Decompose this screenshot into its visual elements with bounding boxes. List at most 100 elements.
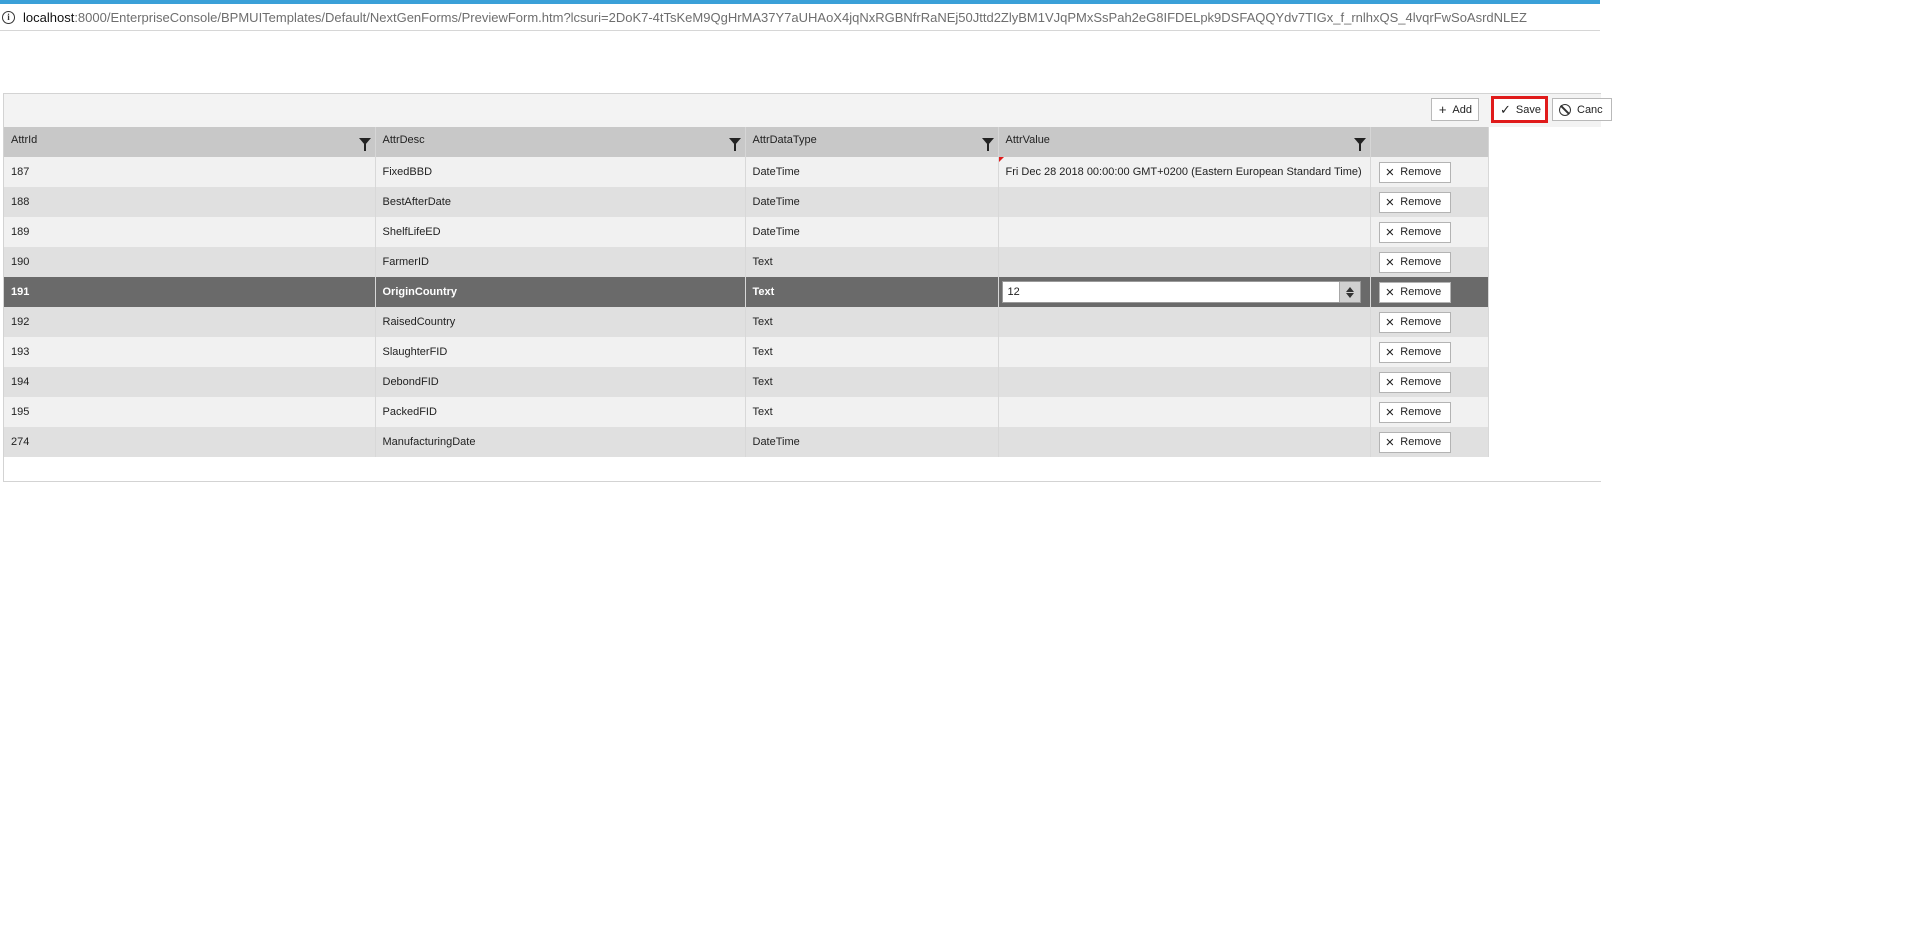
remove-button[interactable]: × Remove	[1378, 161, 1451, 183]
table-row[interactable]: 192 RaisedCountry Text × Remove	[4, 307, 1489, 337]
cell-actions: × Remove	[1370, 277, 1489, 307]
cell-attrvalue[interactable]: Fri Dec 28 2018 00:00:00 GMT+0200 (Easte…	[998, 157, 1371, 187]
spin-up-icon[interactable]	[1345, 286, 1354, 292]
cell-attrvalue[interactable]	[998, 277, 1371, 307]
cell-attrdesc[interactable]: FarmerID	[375, 247, 746, 277]
checkmark-icon: ✓	[1500, 101, 1511, 117]
cell-attrdatatype[interactable]: DateTime	[745, 217, 999, 247]
remove-button[interactable]: × Remove	[1378, 191, 1451, 213]
cell-attrdesc[interactable]: RaisedCountry	[375, 307, 746, 337]
remove-button[interactable]: × Remove	[1378, 401, 1451, 423]
add-button[interactable]: + Add	[1431, 98, 1479, 121]
column-header-actions	[1370, 127, 1489, 157]
column-header-attrvalue[interactable]: AttrValue	[998, 127, 1371, 157]
table-row[interactable]: 194 DebondFID Text × Remove	[4, 367, 1489, 397]
close-icon: ×	[1385, 223, 1395, 241]
close-icon: ×	[1385, 283, 1395, 301]
cell-attrvalue[interactable]	[998, 187, 1371, 217]
cell-attrid[interactable]: 191	[4, 277, 376, 307]
close-icon: ×	[1385, 313, 1395, 331]
cell-actions: × Remove	[1370, 217, 1489, 247]
cancel-button[interactable]: Canc	[1552, 98, 1612, 121]
cell-attrdesc[interactable]: PackedFID	[375, 397, 746, 427]
table-row[interactable]: 195 PackedFID Text × Remove	[4, 397, 1489, 427]
info-icon[interactable]: i	[2, 10, 15, 24]
cell-attrdesc[interactable]: ShelfLifeED	[375, 217, 746, 247]
attribute-grid: AttrId AttrDesc AttrDataType AttrValue 1…	[4, 127, 1489, 457]
save-button[interactable]: ✓ Save	[1491, 96, 1548, 123]
remove-button-label: Remove	[1400, 286, 1442, 298]
cell-attrvalue[interactable]	[998, 427, 1371, 457]
cell-attrid[interactable]: 195	[4, 397, 376, 427]
add-button-label: Add	[1452, 103, 1472, 116]
cell-attrid[interactable]: 190	[4, 247, 376, 277]
cell-attrvalue[interactable]	[998, 247, 1371, 277]
url-host: localhost	[23, 9, 75, 25]
close-icon: ×	[1385, 343, 1395, 361]
cell-attrid[interactable]: 189	[4, 217, 376, 247]
cell-attrvalue[interactable]	[998, 217, 1371, 247]
address-bar[interactable]: i localhost :8000/EnterpriseConsole/BPMU…	[0, 4, 1600, 31]
remove-button[interactable]: × Remove	[1378, 311, 1451, 333]
cell-attrvalue[interactable]	[998, 337, 1371, 367]
remove-button[interactable]: × Remove	[1378, 281, 1451, 303]
cell-attrid[interactable]: 188	[4, 187, 376, 217]
close-icon: ×	[1385, 433, 1395, 451]
table-row[interactable]: 193 SlaughterFID Text × Remove	[4, 337, 1489, 367]
table-row[interactable]: 190 FarmerID Text × Remove	[4, 247, 1489, 277]
table-row[interactable]: 187 FixedBBD DateTime Fri Dec 28 2018 00:00…	[4, 157, 1489, 187]
table-row[interactable]: 189 ShelfLifeED DateTime × Remove	[4, 217, 1489, 247]
remove-button[interactable]: × Remove	[1378, 341, 1451, 363]
close-icon: ×	[1385, 253, 1395, 271]
column-header-attrdatatype[interactable]: AttrDataType	[745, 127, 999, 157]
remove-button[interactable]: × Remove	[1378, 221, 1451, 243]
cell-attrid[interactable]: 194	[4, 367, 376, 397]
remove-button-label: Remove	[1400, 436, 1442, 448]
filter-icon[interactable]	[1353, 138, 1366, 151]
cell-attrid[interactable]: 192	[4, 307, 376, 337]
cell-attrid[interactable]: 187	[4, 157, 376, 187]
filter-icon[interactable]	[728, 138, 741, 151]
filter-icon[interactable]	[358, 138, 371, 151]
cell-attrdatatype[interactable]: Text	[745, 337, 999, 367]
remove-button-label: Remove	[1400, 406, 1442, 418]
value-editor[interactable]	[1001, 281, 1361, 303]
spinner-arrows-icon[interactable]	[1338, 282, 1360, 302]
cell-attrvalue[interactable]	[998, 367, 1371, 397]
cancel-icon	[1559, 103, 1571, 116]
column-header-attrid[interactable]: AttrId	[4, 127, 376, 157]
cell-attrdatatype[interactable]: Text	[745, 367, 999, 397]
table-row[interactable]: 188 BestAfterDate DateTime × Remove	[4, 187, 1489, 217]
cell-attrdatatype[interactable]: Text	[745, 307, 999, 337]
remove-button[interactable]: × Remove	[1378, 431, 1451, 453]
cell-attrvalue[interactable]	[998, 397, 1371, 427]
table-row[interactable]: 274 ManufacturingDate DateTime × Remove	[4, 427, 1489, 457]
cell-attrdesc[interactable]: DebondFID	[375, 367, 746, 397]
remove-button[interactable]: × Remove	[1378, 251, 1451, 273]
grid-header-row: AttrId AttrDesc AttrDataType AttrValue	[4, 127, 1489, 157]
cell-attrdatatype[interactable]: DateTime	[745, 187, 999, 217]
cell-attrdatatype[interactable]: Text	[745, 397, 999, 427]
remove-button[interactable]: × Remove	[1378, 371, 1451, 393]
cell-attrdatatype[interactable]: Text	[745, 277, 999, 307]
cell-attrdatatype[interactable]: Text	[745, 247, 999, 277]
table-row[interactable]: 191OriginCountryText × Remove	[4, 277, 1489, 307]
cell-attrdesc[interactable]: ManufacturingDate	[375, 427, 746, 457]
filter-icon[interactable]	[981, 138, 994, 151]
cell-attrdatatype[interactable]: DateTime	[745, 157, 999, 187]
close-icon: ×	[1385, 163, 1395, 181]
column-header-attrdesc[interactable]: AttrDesc	[375, 127, 746, 157]
cell-attrvalue[interactable]	[998, 307, 1371, 337]
cell-attrdatatype[interactable]: DateTime	[745, 427, 999, 457]
cell-attrdesc[interactable]: SlaughterFID	[375, 337, 746, 367]
remove-button-label: Remove	[1400, 166, 1442, 178]
cell-attrid[interactable]: 274	[4, 427, 376, 457]
cell-attrid[interactable]: 193	[4, 337, 376, 367]
cell-attrdesc[interactable]: OriginCountry	[375, 277, 746, 307]
cell-attrdesc[interactable]: BestAfterDate	[375, 187, 746, 217]
cell-attrdesc[interactable]: FixedBBD	[375, 157, 746, 187]
url-path: :8000/EnterpriseConsole/BPMUITemplates/D…	[74, 9, 1527, 25]
close-icon: ×	[1385, 373, 1395, 391]
spin-down-icon[interactable]	[1345, 292, 1354, 298]
value-input[interactable]	[1002, 282, 1339, 302]
